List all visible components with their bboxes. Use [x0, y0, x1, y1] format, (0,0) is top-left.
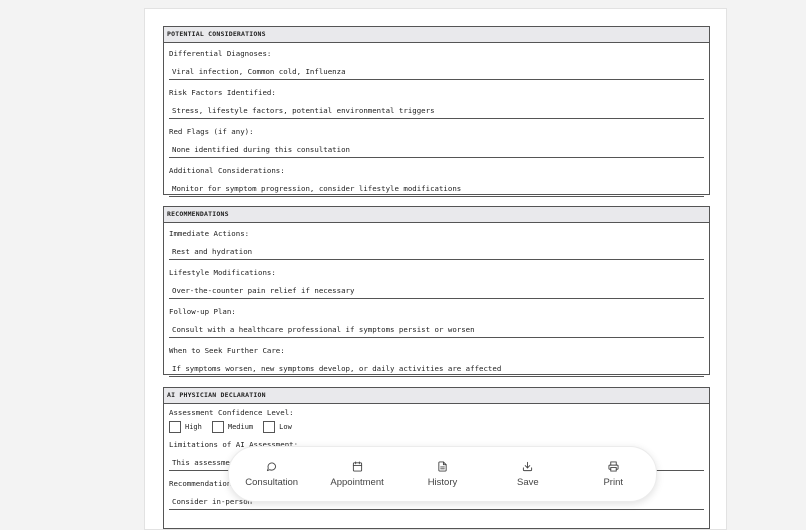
field-label: Risk Factors Identified: — [169, 88, 276, 97]
field-label: Follow-up Plan: — [169, 307, 236, 316]
red-flags-field: Red Flags (if any): None identified duri… — [164, 124, 709, 158]
immediate-actions-field: Immediate Actions: Rest and hydration — [164, 226, 709, 260]
follow-up-plan-field: Follow-up Plan: Consult with a healthcar… — [164, 304, 709, 338]
checkbox[interactable] — [211, 421, 224, 433]
field-label: Additional Considerations: — [169, 166, 285, 175]
differential-diagnoses-field: Differential Diagnoses: Viral infection,… — [164, 46, 709, 80]
section-title: POTENTIAL CONSIDERATIONS — [164, 27, 709, 43]
printer-icon — [608, 460, 619, 472]
download-icon — [523, 461, 533, 471]
section-title: AI PHYSICIAN DECLARATION — [164, 388, 709, 404]
appointment-button[interactable]: Appointment — [317, 460, 397, 488]
bottom-action-bar: Consultation Appointment History Save Pr… — [228, 446, 657, 502]
print-button[interactable]: Print — [573, 460, 653, 488]
field-label: Assessment Confidence Level: — [169, 408, 294, 417]
field-value[interactable]: Consult with a healthcare professional i… — [169, 322, 704, 338]
field-label: Red Flags (if any): — [169, 127, 254, 136]
field-value[interactable]: Stress, lifestyle factors, potential env… — [169, 103, 704, 119]
confidence-level-field: Assessment Confidence Level: High Medium… — [164, 406, 709, 435]
risk-factors-field: Risk Factors Identified: Stress, lifesty… — [164, 85, 709, 119]
recommendations-section: RECOMMENDATIONS Immediate Actions: Rest … — [163, 206, 710, 377]
confidence-option-medium[interactable]: Medium — [211, 421, 254, 433]
nav-label: Print — [603, 476, 624, 488]
lifestyle-modifications-field: Lifestyle Modifications: Over-the-counte… — [164, 265, 709, 299]
nav-label: Consultation — [245, 476, 299, 488]
field-value[interactable]: Over-the-counter pain relief if necessar… — [169, 283, 704, 299]
nav-label: Appointment — [330, 476, 384, 488]
option-label: High — [185, 423, 202, 431]
checkbox[interactable] — [263, 421, 276, 433]
option-label: Low — [279, 423, 292, 431]
nav-label: History — [427, 476, 458, 488]
save-button[interactable]: Save — [488, 461, 568, 488]
field-value[interactable]: If symptoms worsen, new symptoms develop… — [169, 361, 704, 377]
further-care-field: When to Seek Further Care: If symptoms w… — [164, 343, 709, 377]
nav-label: Save — [517, 476, 539, 488]
field-value[interactable]: Rest and hydration — [169, 244, 704, 260]
confidence-option-low[interactable]: Low — [263, 421, 292, 433]
field-label: Immediate Actions: — [169, 229, 250, 238]
field-label: Lifestyle Modifications: — [169, 268, 276, 277]
confidence-options: High Medium Low — [169, 419, 704, 435]
field-value[interactable]: Viral infection, Common cold, Influenza — [169, 64, 704, 80]
consultation-button[interactable]: Consultation — [232, 461, 312, 488]
section-title: RECOMMENDATIONS — [164, 207, 709, 223]
calendar-icon — [352, 460, 362, 472]
history-button[interactable]: History — [402, 460, 482, 488]
field-label: When to Seek Further Care: — [169, 346, 285, 355]
potential-considerations-section: POTENTIAL CONSIDERATIONS Differential Di… — [163, 26, 710, 197]
additional-considerations-field: Additional Considerations: Monitor for s… — [164, 163, 709, 197]
document-icon — [438, 460, 447, 472]
chat-bubble-icon — [267, 462, 277, 471]
confidence-option-high[interactable]: High — [169, 421, 202, 433]
checkbox[interactable] — [169, 421, 181, 433]
option-label: Medium — [227, 423, 254, 431]
field-value[interactable]: None identified during this consultation — [169, 142, 704, 158]
field-value[interactable]: Monitor for symptom progression, conside… — [169, 181, 704, 197]
field-label: Differential Diagnoses: — [169, 49, 272, 58]
